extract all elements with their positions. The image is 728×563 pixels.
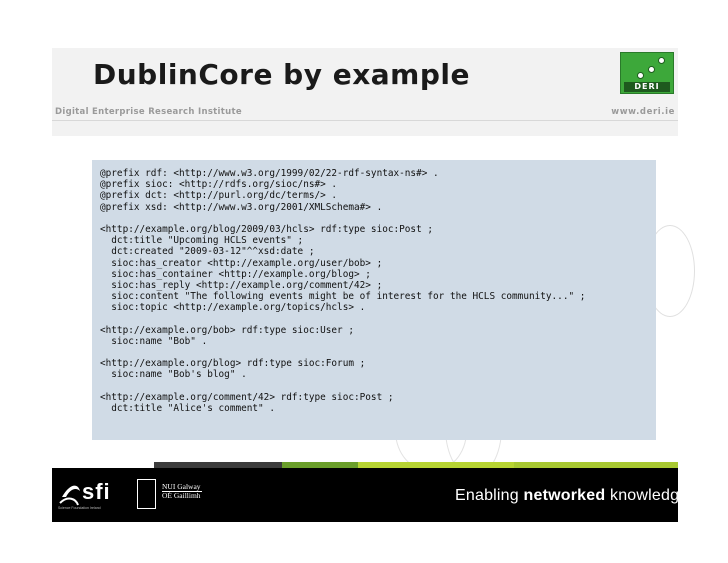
code-line: sioc:content "The following events might… bbox=[100, 291, 586, 303]
nui-name: NUI Galway bbox=[162, 482, 201, 491]
nui-divider bbox=[162, 491, 202, 492]
tagline-post: knowledge. bbox=[605, 487, 693, 504]
footer-stripe bbox=[514, 462, 678, 468]
code-line: @prefix xsd: <http://www.w3.org/2001/XML… bbox=[100, 201, 383, 213]
code-panel: @prefix rdf: <http://www.w3.org/1999/02/… bbox=[92, 160, 656, 440]
code-line: sioc:has_creator <http://example.org/use… bbox=[100, 257, 383, 269]
sfi-logo: sfi bbox=[82, 479, 111, 504]
code-line: sioc:has_reply <http://example.org/comme… bbox=[100, 279, 383, 291]
tagline-bold: networked bbox=[523, 487, 606, 504]
code-line: <http://example.org/comment/42> rdf:type… bbox=[100, 391, 394, 403]
code-line: sioc:name "Bob's blog" . bbox=[100, 369, 247, 381]
institute-name: Digital Enterprise Research Institute bbox=[55, 107, 242, 117]
footer-stripe bbox=[358, 462, 514, 468]
code-line: sioc:topic <http://example.org/topics/hc… bbox=[100, 302, 366, 314]
code-line: sioc:has_container <http://example.org/b… bbox=[100, 268, 371, 280]
deri-logo: DERI bbox=[620, 52, 674, 94]
code-line: @prefix sioc: <http://rdfs.org/sioc/ns#>… bbox=[100, 179, 338, 191]
website-link[interactable]: www.deri.ie bbox=[611, 107, 675, 117]
nui-crest-icon bbox=[137, 479, 156, 509]
logo-dot-icon bbox=[637, 72, 644, 79]
code-line: <http://example.org/blog> rdf:type sioc:… bbox=[100, 358, 366, 370]
footer-stripe bbox=[282, 462, 358, 468]
footer-tagline: Enabling networked knowledge. bbox=[455, 487, 693, 505]
code-line: @prefix rdf: <http://www.w3.org/1999/02/… bbox=[100, 168, 439, 179]
sfi-caption: Science Foundation Ireland bbox=[58, 506, 101, 510]
footer-stripes bbox=[52, 462, 678, 468]
logo-text: DERI bbox=[624, 82, 670, 92]
code-line: dct:created "2009-03-12"^^xsd:date ; bbox=[100, 246, 315, 258]
logo-dot-icon bbox=[658, 57, 665, 64]
logo-dot-icon bbox=[648, 66, 655, 73]
code-line: dct:title "Upcoming HCLS events" ; bbox=[100, 235, 304, 247]
code-line: @prefix dct: <http://purl.org/dc/terms/>… bbox=[100, 190, 338, 202]
code-listing: @prefix rdf: <http://www.w3.org/1999/02/… bbox=[100, 168, 585, 414]
code-line: dct:title "Alice's comment" . bbox=[100, 402, 275, 414]
code-line: <http://example.org/blog/2009/03/hcls> r… bbox=[100, 223, 434, 235]
code-line: <http://example.org/bob> rdf:type sioc:U… bbox=[100, 324, 354, 336]
footer-stripe bbox=[52, 462, 154, 468]
footer-stripe bbox=[154, 462, 282, 468]
header-divider bbox=[52, 120, 678, 121]
nui-irish-name: OÉ Gaillimh bbox=[162, 491, 201, 500]
tagline-pre: Enabling bbox=[455, 487, 524, 504]
page-title: DublinCore by example bbox=[93, 58, 470, 91]
code-line: sioc:name "Bob" . bbox=[100, 335, 208, 347]
